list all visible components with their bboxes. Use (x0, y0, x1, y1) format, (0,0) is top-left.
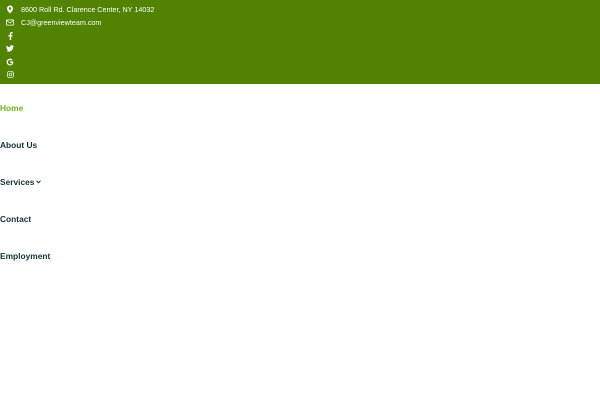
top-info-bar: 8600 Roll Rd. Clarence Center, NY 14032 … (0, 0, 600, 84)
email-link[interactable]: CJ@greenviewteam.com (21, 18, 101, 27)
google-link[interactable] (6, 55, 14, 68)
google-icon[interactable] (6, 57, 14, 67)
map-pin-icon (6, 5, 14, 15)
chevron-down-icon[interactable] (36, 180, 42, 184)
nav-item-label: About Us (0, 140, 38, 150)
nav-item-home[interactable]: Home (0, 100, 23, 116)
nav-item-label: Employment (0, 251, 51, 261)
nav-item-label: Services (0, 177, 35, 187)
envelope-icon (6, 18, 14, 28)
instagram-icon[interactable] (6, 70, 14, 80)
email-row[interactable]: CJ@greenviewteam.com (6, 16, 101, 29)
twitter-link[interactable] (6, 42, 14, 55)
address-row: 8600 Roll Rd. Clarence Center, NY 14032 (6, 3, 154, 16)
nav-item-about-us[interactable]: About Us (0, 137, 37, 153)
twitter-icon[interactable] (6, 44, 14, 54)
nav-item-label: Home (0, 103, 24, 113)
facebook-link[interactable] (6, 29, 14, 42)
facebook-icon[interactable] (6, 31, 14, 41)
nav-item-employment[interactable]: Employment (0, 248, 50, 264)
address-text: 8600 Roll Rd. Clarence Center, NY 14032 (21, 5, 155, 14)
nav-item-services[interactable]: Services (0, 174, 42, 190)
instagram-link[interactable] (6, 68, 14, 81)
nav-item-label: Contact (0, 214, 32, 224)
nav-item-contact[interactable]: Contact (0, 211, 31, 227)
